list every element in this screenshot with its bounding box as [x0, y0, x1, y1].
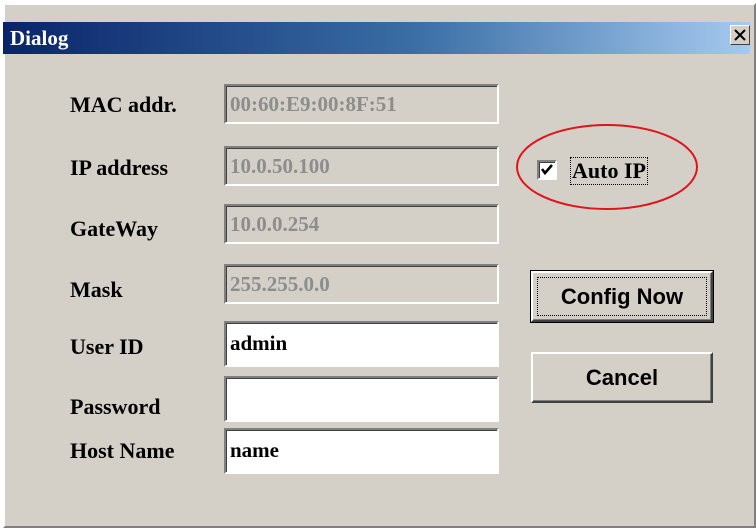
- checkmark-icon: [540, 164, 553, 176]
- config-now-label: Config Now: [560, 283, 684, 309]
- config-now-button[interactable]: Config Now: [530, 270, 714, 323]
- user-id-label: User ID: [70, 334, 144, 359]
- password-input[interactable]: [224, 376, 499, 422]
- window-title: Dialog: [10, 26, 69, 50]
- host-name-input[interactable]: name: [224, 428, 499, 474]
- auto-ip-checkbox[interactable]: [537, 160, 557, 180]
- mac-address-label: MAC addr.: [70, 92, 177, 117]
- user-id-input[interactable]: admin: [224, 321, 499, 367]
- password-label: Password: [70, 394, 161, 419]
- title-bar[interactable]: [3, 22, 750, 54]
- gateway-field: 10.0.0.254: [224, 204, 499, 244]
- cancel-button[interactable]: Cancel: [531, 352, 713, 403]
- ip-address-field: 10.0.50.100: [224, 146, 499, 186]
- close-icon: [734, 29, 746, 41]
- auto-ip-label[interactable]: Auto IP: [570, 157, 648, 185]
- gateway-label: GateWay: [70, 216, 158, 241]
- host-name-label: Host Name: [70, 438, 175, 463]
- mask-label: Mask: [70, 277, 123, 302]
- mask-field: 255.255.0.0: [224, 264, 499, 304]
- cancel-label: Cancel: [585, 364, 659, 390]
- mac-address-field: 00:60:E9:00:8F:51: [224, 84, 499, 124]
- ip-address-label: IP address: [70, 155, 169, 180]
- close-button[interactable]: [730, 25, 750, 45]
